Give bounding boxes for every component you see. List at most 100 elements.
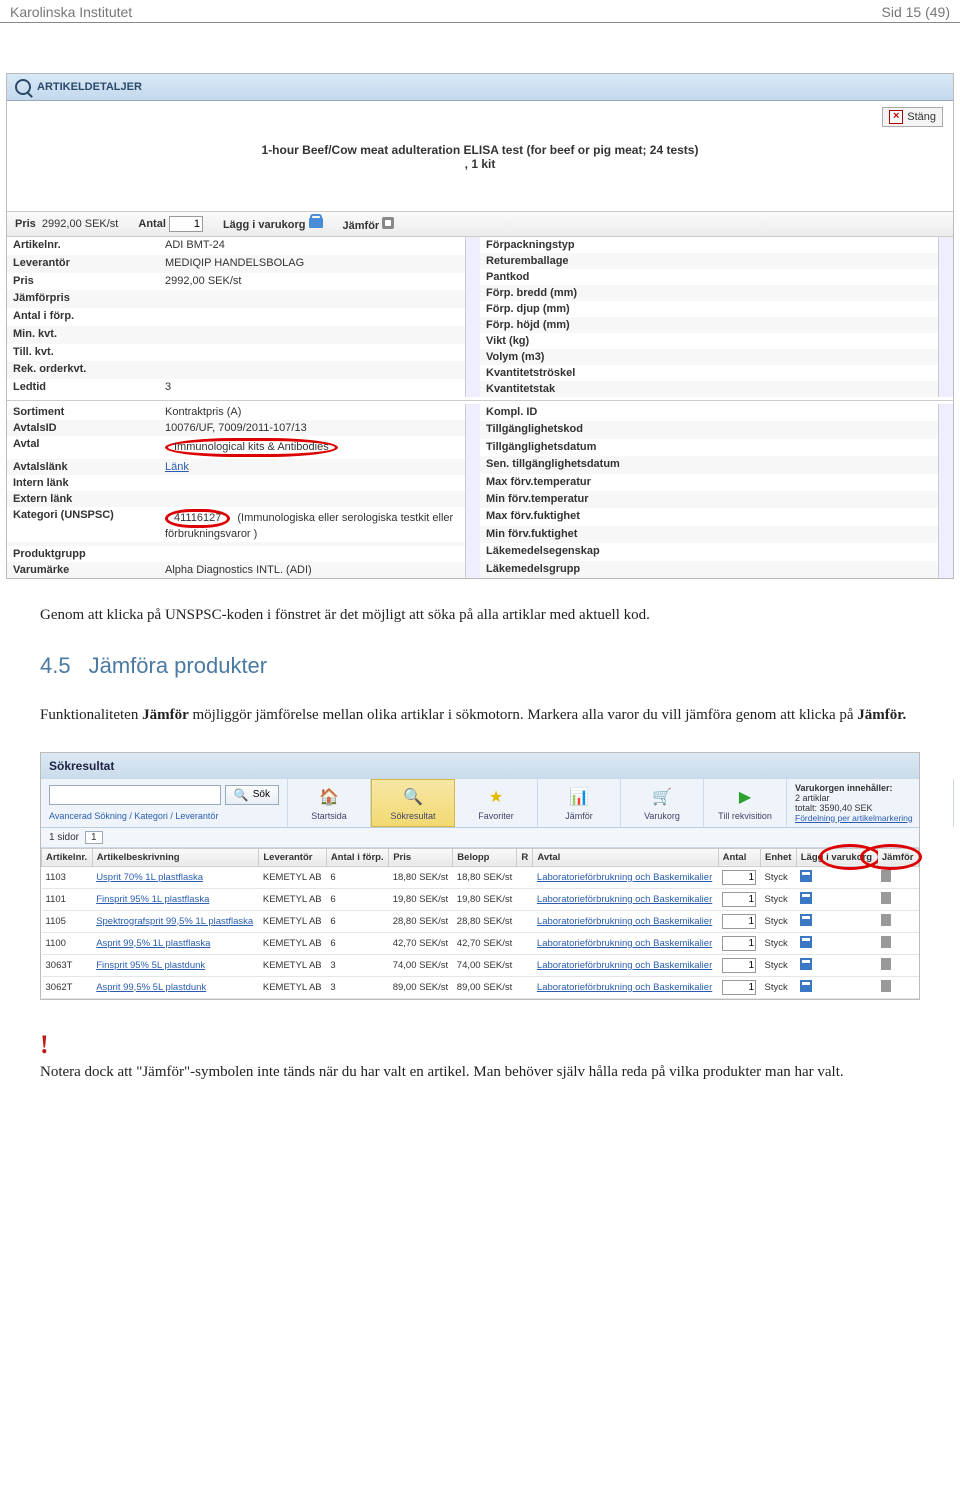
grid-header[interactable]: Lägg i varukorg xyxy=(796,848,877,866)
cell-r xyxy=(517,976,533,998)
kv-row: Vikt (kg) xyxy=(480,333,938,349)
avtal-link[interactable]: Laboratorieförbrukning och Baskemikalier xyxy=(537,938,712,949)
cell-price: 19,80 SEK/st xyxy=(389,888,453,910)
cell-r xyxy=(517,910,533,932)
kv-row: Extern länk xyxy=(7,491,465,507)
add-to-cart-row-icon[interactable] xyxy=(800,914,812,926)
article-link[interactable]: Spektrografsprit 99,5% 1L plastflaska xyxy=(96,916,253,927)
link[interactable]: Länk xyxy=(165,461,189,473)
add-to-cart-icon[interactable] xyxy=(309,218,323,228)
add-to-cart-row-icon[interactable] xyxy=(800,980,812,992)
kv-key: Avtalslänk xyxy=(7,459,159,475)
kv-key: Kategori (UNSPSC) xyxy=(7,507,159,542)
search-button[interactable]: 🔍Sök xyxy=(225,785,279,805)
add-to-cart-row-icon[interactable] xyxy=(800,958,812,970)
row-qty-input[interactable] xyxy=(722,936,756,951)
article-details-panel: ARTIKELDETALJER × Stäng 1-hour Beef/Cow … xyxy=(6,73,954,579)
table-row: 3063TFinsprit 95% 5L plastdunkKEMETYL AB… xyxy=(42,954,919,976)
compare-row-icon[interactable] xyxy=(881,892,891,904)
cell-price: 42,70 SEK/st xyxy=(389,932,453,954)
cell-compare xyxy=(877,866,918,888)
article-link[interactable]: Finsprit 95% 1L plastflaska xyxy=(96,894,209,905)
kv-key: Min förv.temperatur xyxy=(480,491,632,508)
kv-value xyxy=(632,253,938,269)
grid-header[interactable]: Antal xyxy=(718,848,760,866)
paragraph-unspsc: Genom att klicka på UNSPSC-koden i fönst… xyxy=(40,605,920,625)
panel-titlebar: ARTIKELDETALJER xyxy=(7,74,953,101)
grid-header[interactable]: Artikelnr. xyxy=(42,848,93,866)
avtal-link[interactable]: Laboratorieförbrukning och Baskemikalier xyxy=(537,872,712,883)
grid-header[interactable]: Jämför xyxy=(877,848,918,866)
compare-row-icon[interactable] xyxy=(881,936,891,948)
grid-header[interactable]: Avtal xyxy=(533,848,718,866)
toolbar-results[interactable]: 🔍Sökresultat xyxy=(371,779,455,827)
qty-input[interactable] xyxy=(169,216,203,232)
compare-row-icon[interactable] xyxy=(881,870,891,882)
cell-amount: 74,00 SEK/st xyxy=(453,954,517,976)
add-to-cart-row-icon[interactable] xyxy=(800,936,812,948)
cell-pack: 3 xyxy=(326,954,388,976)
avtal-link[interactable]: Laboratorieförbrukning och Baskemikalier xyxy=(537,916,712,927)
grid-header[interactable]: Pris xyxy=(389,848,453,866)
cell-supplier: KEMETYL AB xyxy=(259,888,326,910)
cart-distribution-link[interactable]: Fördelning per artikelmarkering xyxy=(795,813,913,823)
cell-qty xyxy=(718,866,760,888)
row-qty-input[interactable] xyxy=(722,870,756,885)
toolbar-compare[interactable]: 📊Jämför xyxy=(538,779,621,827)
play-icon: ▶ xyxy=(734,786,756,808)
compare-row-icon[interactable] xyxy=(881,914,891,926)
grid-header[interactable]: Leverantör xyxy=(259,848,326,866)
kv-key: Max förv.temperatur xyxy=(480,474,632,491)
row-qty-input[interactable] xyxy=(722,958,756,973)
avtal-link[interactable]: Laboratorieförbrukning och Baskemikalier xyxy=(537,960,712,971)
pager-current[interactable]: 1 xyxy=(85,831,103,844)
cell-pack: 6 xyxy=(326,866,388,888)
kv-value xyxy=(159,361,465,379)
cell-unit: Styck xyxy=(761,910,797,932)
kv-row: Min förv.fuktighet xyxy=(480,526,938,543)
close-button[interactable]: × Stäng xyxy=(882,107,943,127)
compare-icon[interactable] xyxy=(382,217,394,229)
avtal-link[interactable]: Laboratorieförbrukning och Baskemikalier xyxy=(537,894,712,905)
row-qty-input[interactable] xyxy=(722,980,756,995)
article-link[interactable]: Asprit 99,5% 1L plastflaska xyxy=(96,938,210,949)
kv-key: Min förv.fuktighet xyxy=(480,526,632,543)
search-breadcrumbs[interactable]: Avancerad Sökning / Kategori / Leverantö… xyxy=(49,811,279,821)
toolbar-cart[interactable]: 🛒Varukorg xyxy=(621,779,704,827)
grid-header[interactable]: Artikelbeskrivning xyxy=(92,848,259,866)
toolbar-settings[interactable]: ⚙Inställningar xyxy=(954,779,960,827)
article-link[interactable]: Finsprit 95% 5L plastdunk xyxy=(96,960,205,971)
kv-key: Tillgänglighetskod xyxy=(480,421,632,438)
grid-header[interactable]: Belopp xyxy=(453,848,517,866)
cell-addcart xyxy=(796,932,877,954)
search-input[interactable] xyxy=(49,785,221,805)
kv-key: Max förv.fuktighet xyxy=(480,508,632,525)
grid-header[interactable]: R xyxy=(517,848,533,866)
add-to-cart-row-icon[interactable] xyxy=(800,870,812,882)
kv-key: Till. kvt. xyxy=(7,344,159,362)
kv-value xyxy=(159,326,465,344)
row-qty-input[interactable] xyxy=(722,914,756,929)
cell-amount: 28,80 SEK/st xyxy=(453,910,517,932)
cell-r xyxy=(517,888,533,910)
grid-header[interactable]: Antal i förp. xyxy=(326,848,388,866)
grid-header[interactable]: Enhet xyxy=(761,848,797,866)
avtal-link[interactable]: Laboratorieförbrukning och Baskemikalier xyxy=(537,982,712,993)
kv-value: 3 xyxy=(159,379,465,397)
compare-row-icon[interactable] xyxy=(881,958,891,970)
toolbar-requisition[interactable]: ▶Till rekvisition xyxy=(704,779,787,827)
compare-row-icon[interactable] xyxy=(881,980,891,992)
kv-row: Kvantitetströskel xyxy=(480,365,938,381)
toolbar-start[interactable]: 🏠Startsida xyxy=(288,779,371,827)
add-to-cart-row-icon[interactable] xyxy=(800,892,812,904)
article-link[interactable]: Usprit 70% 1L plastflaska xyxy=(96,872,203,883)
article-link[interactable]: Asprit 99,5% 5L plastdunk xyxy=(96,982,206,993)
kv-row: Avtalslänk Länk xyxy=(7,459,465,475)
kv-row: Volym (m3) xyxy=(480,349,938,365)
row-qty-input[interactable] xyxy=(722,892,756,907)
kv-row: Ledtid3 xyxy=(7,379,465,397)
cell-avtal: Laboratorieförbrukning och Baskemikalier xyxy=(533,932,718,954)
cell-price: 89,00 SEK/st xyxy=(389,976,453,998)
toolbar-favorites[interactable]: ★Favoriter xyxy=(455,779,538,827)
highlighted-value: 41116127 xyxy=(165,509,230,528)
